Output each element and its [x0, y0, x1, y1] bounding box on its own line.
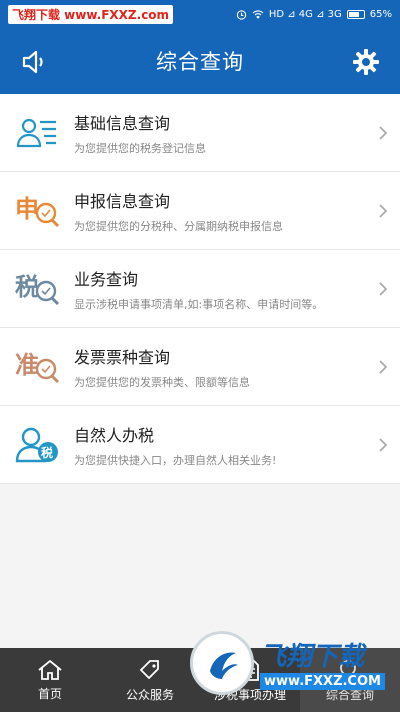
list-item-declaration-info[interactable]: 申 申报信息查询 为您提供您的分税种、分属期纳税申报信息	[0, 172, 400, 250]
query-list: 基础信息查询 为您提供您的税务登记信息 申 申报信息查询 为您提供您的分税种、分…	[0, 94, 400, 484]
tag-icon	[139, 659, 159, 679]
settings-button[interactable]	[346, 42, 386, 82]
item-subtitle: 为您提供您的税务登记信息	[74, 141, 206, 155]
item-subtitle: 为您提供快捷入口，办理自然人相关业务!	[74, 453, 277, 467]
item-subtitle: 显示涉税申请事项清单,如:事项名称、申请时间等。	[74, 297, 324, 311]
alarm-icon	[236, 9, 247, 20]
person-tax-icon: 税	[14, 423, 62, 467]
item-subtitle: 为您提供您的分税种、分属期纳税申报信息	[74, 219, 283, 233]
svg-text:税: 税	[15, 273, 39, 301]
item-title: 基础信息查询	[74, 113, 171, 133]
tab-public-service[interactable]: 公众服务	[100, 648, 200, 712]
network-text: HD ⊿ 4G ⊿ 3G	[268, 8, 342, 20]
chevron-right-icon	[379, 359, 388, 374]
zhun-search-icon: 准	[14, 345, 62, 389]
logo-url: www.FXXZ.COM	[260, 673, 385, 690]
app-header: 综合查询	[0, 28, 400, 94]
item-title: 申报信息查询	[74, 191, 171, 211]
chevron-right-icon	[379, 203, 388, 218]
shui-search-icon: 税	[14, 267, 62, 311]
tab-label: 首页	[37, 686, 62, 701]
home-icon	[38, 659, 62, 680]
chevron-right-icon	[379, 125, 388, 140]
chevron-right-icon	[379, 437, 388, 452]
shen-search-icon: 申	[14, 189, 62, 233]
svg-text:申: 申	[15, 195, 39, 223]
item-title: 业务查询	[74, 269, 139, 289]
list-item-invoice-query[interactable]: 准 发票票种查询 为您提供您的发票种类、限额等信息	[0, 328, 400, 406]
list-item-basic-info[interactable]: 基础信息查询 为您提供您的税务登记信息	[0, 94, 400, 172]
wifi-icon	[252, 10, 264, 19]
item-title: 发票票种查询	[74, 347, 171, 367]
tab-home[interactable]: 首页	[0, 648, 100, 712]
gear-icon	[353, 49, 379, 75]
chevron-right-icon	[379, 281, 388, 296]
svg-text:准: 准	[15, 351, 39, 379]
battery-text: 65%	[369, 8, 392, 20]
status-bar: 飞翔下载 www.FXXZ.com HD ⊿ 4G ⊿ 3G 65%	[0, 0, 400, 28]
list-item-business-query[interactable]: 税 业务查询 显示涉税申请事项清单,如:事项名称、申请时间等。	[0, 250, 400, 328]
battery-icon	[346, 9, 365, 19]
tab-label: 公众服务	[125, 687, 174, 702]
logo-mark-icon	[190, 631, 254, 695]
item-subtitle: 为您提供您的发票种类、限额等信息	[74, 375, 250, 389]
item-title: 自然人办税	[74, 425, 155, 445]
speaker-button[interactable]	[14, 42, 54, 82]
id-card-icon	[14, 111, 62, 155]
status-indicators: HD ⊿ 4G ⊿ 3G 65%	[236, 9, 392, 20]
list-item-natural-person-tax[interactable]: 税 自然人办税 为您提供快捷入口，办理自然人相关业务!	[0, 406, 400, 484]
watermark-logo: 飞翔下载 www.FXXZ.COM	[190, 628, 390, 698]
page-title: 综合查询	[156, 50, 244, 74]
watermark-text: 飞翔下载 www.FXXZ.com	[8, 4, 174, 24]
logo-name: 飞翔下载	[260, 642, 365, 672]
svg-text:税: 税	[41, 445, 53, 460]
speaker-icon	[22, 50, 43, 74]
